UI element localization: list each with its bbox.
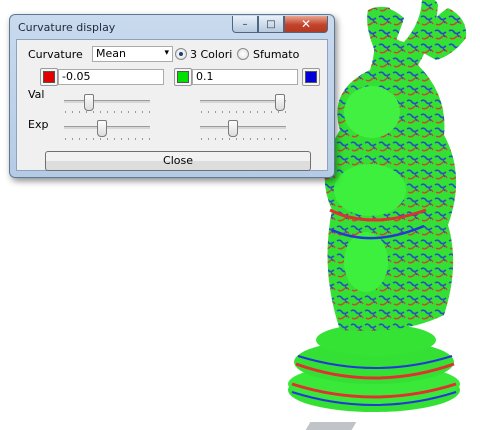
maximize-button[interactable]: □ — [258, 16, 284, 33]
exp-right-slider-track[interactable] — [200, 126, 286, 129]
exp-right-slider-thumb[interactable] — [228, 120, 238, 137]
curvature-dialog: Curvature display – □ ✕ Curvature Mean ▾… — [9, 14, 335, 178]
high-color-button[interactable] — [302, 68, 320, 86]
val-label: Val — [28, 88, 45, 101]
exp-left-slider-track[interactable] — [64, 126, 150, 129]
val-right-ticks — [201, 111, 287, 113]
mid-color-swatch — [177, 71, 189, 83]
curvature-label: Curvature — [28, 48, 83, 61]
title-bar[interactable]: Curvature display – □ ✕ — [10, 15, 334, 39]
floor-shadow — [305, 422, 357, 430]
exp-left-slider-thumb[interactable] — [97, 120, 107, 137]
chevron-down-icon: ▾ — [164, 48, 169, 58]
minimize-icon: – — [242, 18, 248, 30]
radio-sfumato-label: Sfumato — [253, 48, 300, 61]
caption-buttons: – □ ✕ — [232, 16, 328, 33]
val-left-ticks — [65, 111, 151, 113]
mid-color-button[interactable] — [174, 68, 192, 86]
exp-right-ticks — [201, 138, 287, 140]
maximize-icon: □ — [266, 18, 276, 30]
val-right-slider-thumb[interactable] — [275, 94, 285, 111]
exp-left-ticks — [65, 138, 151, 140]
window-title: Curvature display — [18, 21, 116, 34]
low-color-button[interactable] — [40, 68, 58, 86]
high-color-swatch — [305, 71, 317, 83]
val-left-slider-thumb[interactable] — [84, 94, 94, 111]
minimize-button[interactable]: – — [232, 16, 258, 33]
val-right-slider-track[interactable] — [200, 100, 286, 103]
radio-3-colori-label: 3 Colori — [190, 48, 233, 61]
dialog-body: Curvature Mean ▾ 3 Colori Sfumato -0.05 … — [16, 39, 328, 171]
low-color-swatch — [43, 71, 55, 83]
exp-label: Exp — [28, 118, 49, 131]
radio-sfumato[interactable] — [237, 48, 249, 60]
close-icon: ✕ — [300, 17, 312, 31]
low-value-field[interactable]: -0.05 — [58, 69, 164, 85]
close-button[interactable]: Close — [45, 151, 311, 171]
curvature-type-select[interactable]: Mean ▾ — [92, 46, 173, 62]
high-value-field[interactable]: 0.1 — [192, 69, 298, 85]
val-left-slider-track[interactable] — [64, 100, 150, 103]
radio-3-colori[interactable] — [175, 48, 187, 60]
close-window-button[interactable]: ✕ — [284, 16, 328, 33]
curvature-type-value: Mean — [96, 47, 126, 60]
